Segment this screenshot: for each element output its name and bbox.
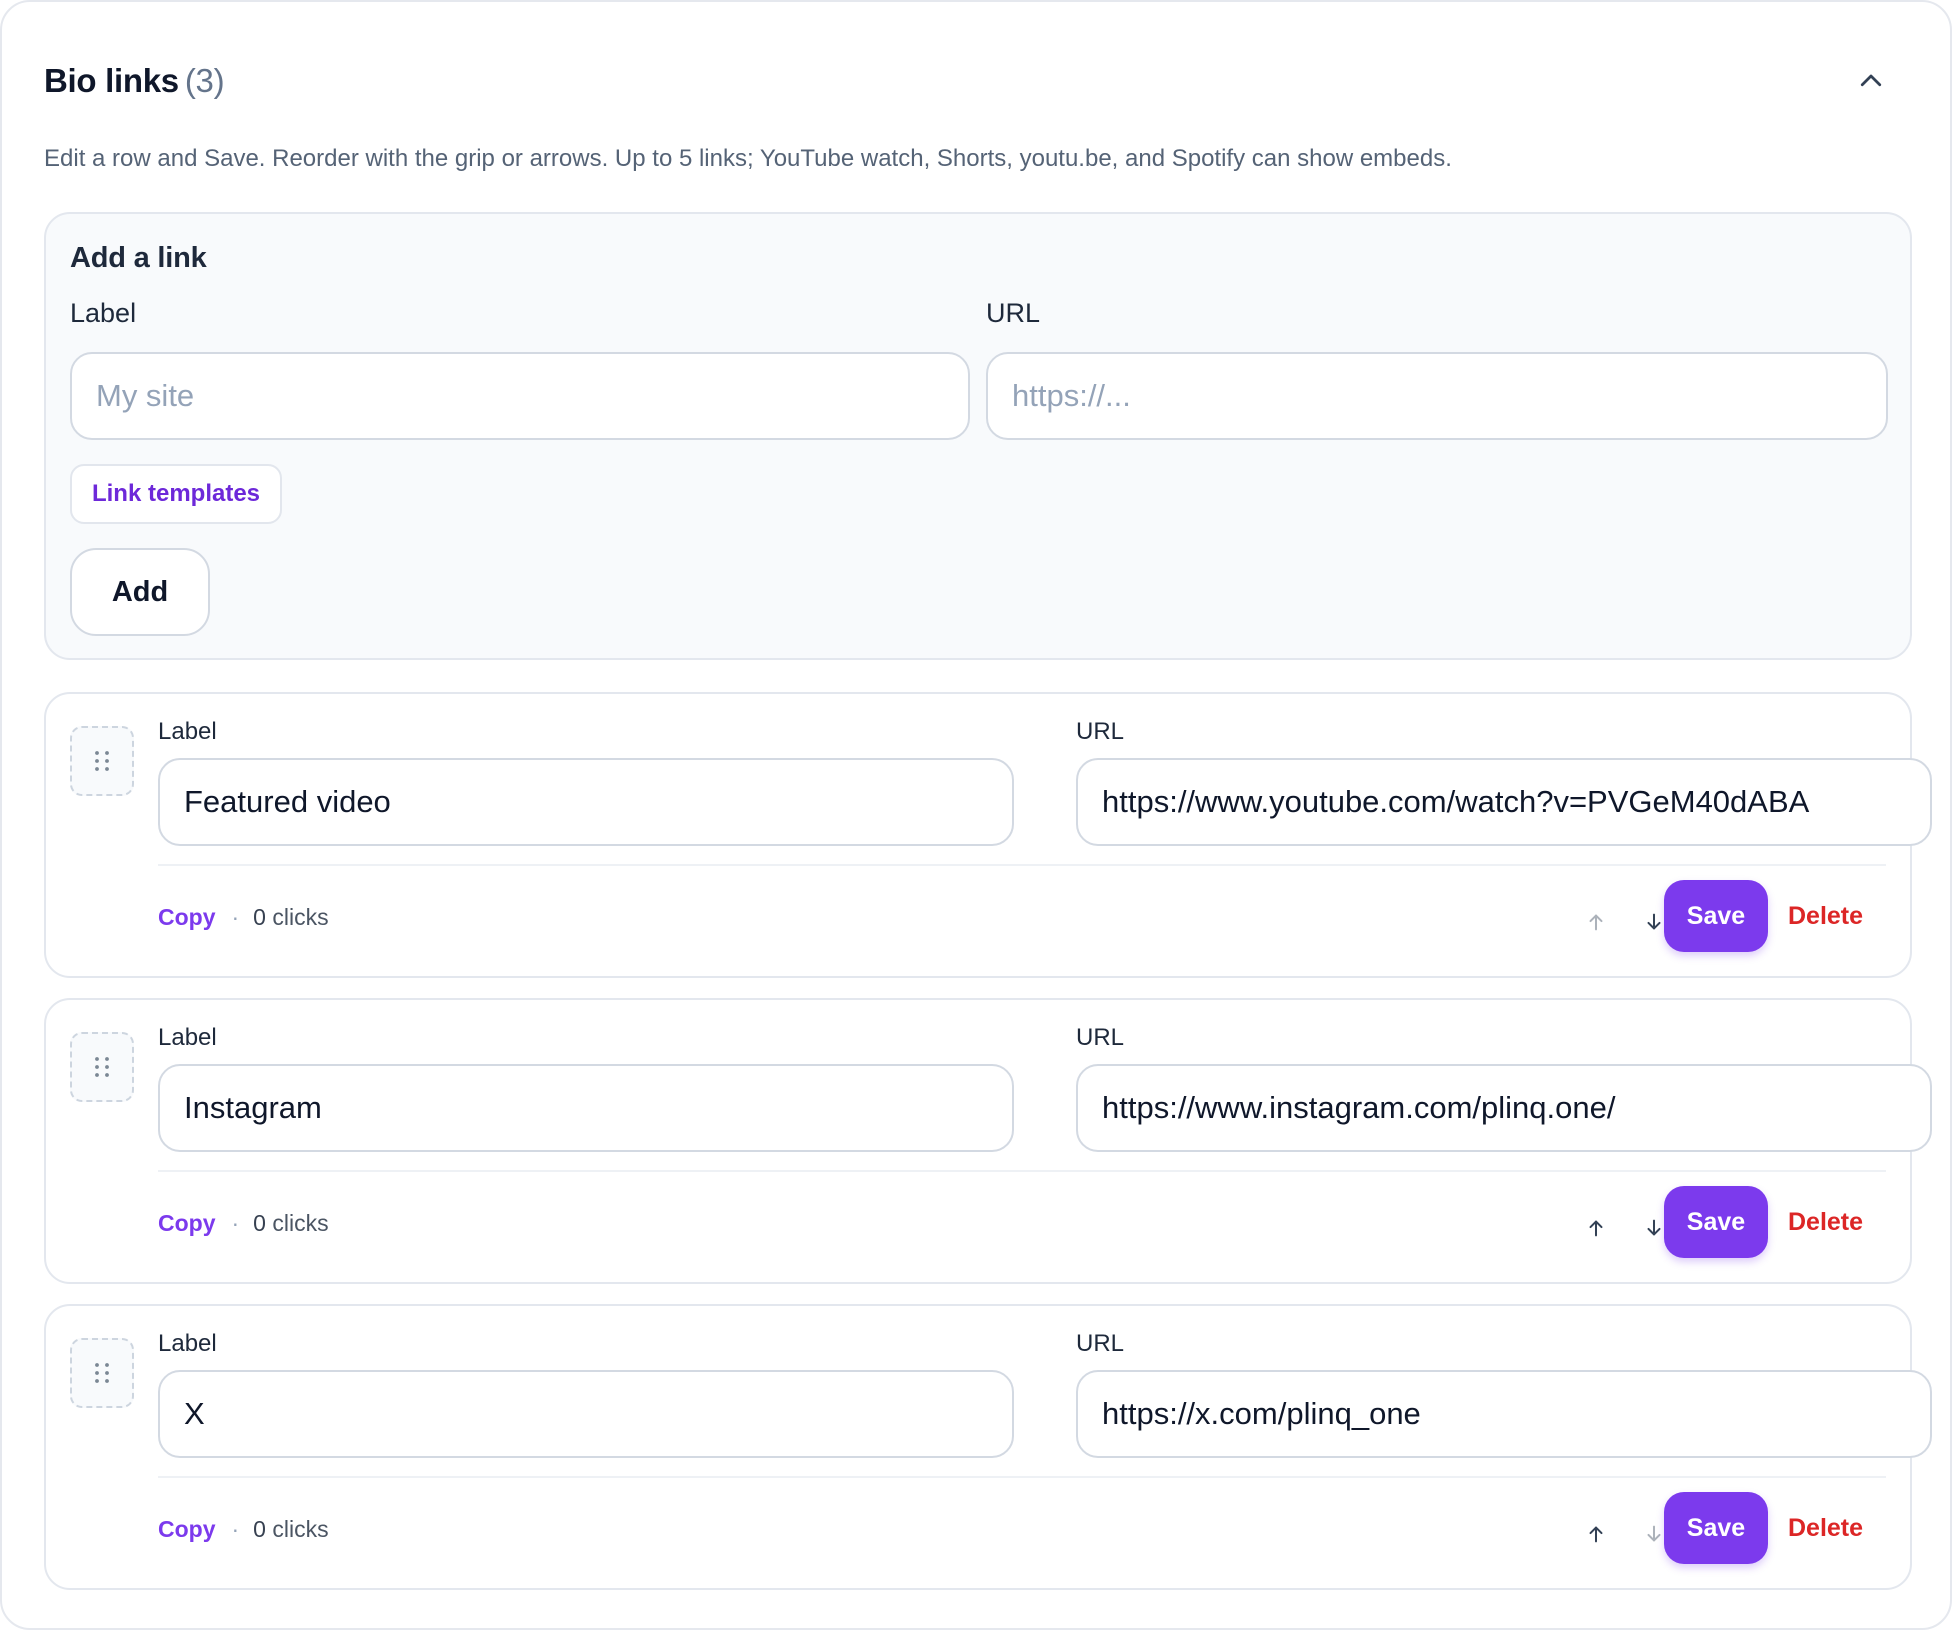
new-label-caption: Label <box>70 298 137 328</box>
arrow-down-icon <box>1647 1525 1661 1542</box>
copy-link-button[interactable]: Copy <box>158 1210 216 1237</box>
arrow-down-icon <box>1647 913 1661 930</box>
move-up-button[interactable] <box>1574 1512 1618 1556</box>
arrow-up-icon <box>1589 1526 1603 1543</box>
panel-header: Bio links (3) <box>44 58 1908 104</box>
click-count-text: clicks <box>272 1516 329 1542</box>
link-row: Label URL Copy · 0 clicks Save Delete <box>44 1304 1932 1590</box>
copy-link-button[interactable]: Copy <box>158 904 216 931</box>
bio-links-panel: Bio links (3) Edit a row and Save. Reorde… <box>0 0 1952 1630</box>
arrow-up-icon <box>1589 1220 1603 1237</box>
link-count: (3) <box>184 62 225 99</box>
drag-grip-handle[interactable] <box>70 726 134 796</box>
link-row: Label URL Copy · 0 clicks Save Delete <box>44 998 1932 1284</box>
add-link-title: Add a link <box>70 242 207 274</box>
link-templates-button[interactable]: Link templates <box>70 464 282 524</box>
link-label-input[interactable] <box>158 758 1014 846</box>
panel-description: Edit a row and Save. Reorder with the gr… <box>44 145 1452 172</box>
separator-dot: · <box>231 1210 240 1236</box>
arrow-down-icon <box>1647 1219 1661 1236</box>
copy-link-button[interactable]: Copy <box>158 1516 216 1543</box>
grip-dots-icon <box>95 751 109 771</box>
row-meta: Copy · 0 clicks <box>158 904 329 931</box>
grip-dots-icon <box>95 1057 109 1077</box>
label-caption: Label <box>158 1024 217 1051</box>
click-count: 0 clicks <box>253 904 328 931</box>
click-count-number: 0 <box>253 1210 266 1236</box>
url-caption: URL <box>1076 718 1125 745</box>
row-divider <box>158 864 1886 866</box>
link-url-input[interactable] <box>1076 1370 1932 1458</box>
save-button[interactable]: Save <box>1664 880 1768 952</box>
panel-title: Bio links (3) <box>44 58 1908 104</box>
link-url-input[interactable] <box>1076 1064 1932 1152</box>
delete-button[interactable]: Delete <box>1788 890 1863 942</box>
grip-dots-icon <box>95 1363 109 1383</box>
row-divider <box>158 1170 1886 1172</box>
label-caption: Label <box>158 718 217 745</box>
delete-button[interactable]: Delete <box>1788 1196 1863 1248</box>
click-count-text: clicks <box>272 1210 329 1236</box>
save-button[interactable]: Save <box>1664 1186 1768 1258</box>
click-count-text: clicks <box>272 904 329 930</box>
link-url-input[interactable] <box>1076 758 1932 846</box>
panel-title-text: Bio links <box>44 62 179 99</box>
add-link-card: Add a link Label URL Link templates Add <box>44 212 1912 660</box>
row-meta: Copy · 0 clicks <box>158 1210 329 1237</box>
collapse-button[interactable] <box>1848 58 1894 104</box>
save-button[interactable]: Save <box>1664 1492 1768 1564</box>
move-up-button[interactable] <box>1574 1206 1618 1250</box>
arrow-up-icon <box>1589 914 1603 931</box>
row-meta: Copy · 0 clicks <box>158 1516 329 1543</box>
link-row: Label URL Copy · 0 clicks Save Delete <box>44 692 1932 978</box>
row-divider <box>158 1476 1886 1478</box>
link-label-input[interactable] <box>158 1370 1014 1458</box>
click-count: 0 clicks <box>253 1516 328 1543</box>
add-button[interactable]: Add <box>70 548 210 636</box>
new-url-caption: URL <box>986 298 1041 328</box>
url-caption: URL <box>1076 1330 1125 1357</box>
link-label-input[interactable] <box>158 1064 1014 1152</box>
chevron-up-icon <box>1860 74 1882 87</box>
drag-grip-handle[interactable] <box>70 1338 134 1408</box>
move-up-button[interactable] <box>1574 900 1618 944</box>
url-caption: URL <box>1076 1024 1125 1051</box>
delete-button[interactable]: Delete <box>1788 1502 1863 1554</box>
click-count-number: 0 <box>253 904 266 930</box>
click-count: 0 clicks <box>253 1210 328 1237</box>
new-label-input[interactable] <box>70 352 970 440</box>
separator-dot: · <box>231 904 240 930</box>
separator-dot: · <box>231 1516 240 1542</box>
label-caption: Label <box>158 1330 217 1357</box>
drag-grip-handle[interactable] <box>70 1032 134 1102</box>
click-count-number: 0 <box>253 1516 266 1542</box>
new-url-input[interactable] <box>986 352 1888 440</box>
